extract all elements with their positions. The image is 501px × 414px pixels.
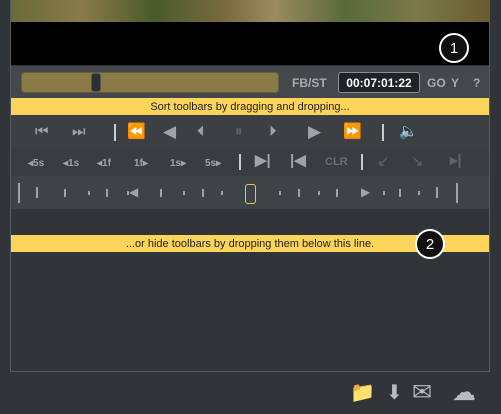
step-back-1f-button[interactable]: ◂1f (97, 158, 111, 169)
first-frame-icon[interactable]: ⏮ (35, 124, 49, 139)
video-frame-image (11, 0, 489, 22)
scrub-bar[interactable] (21, 72, 279, 93)
pause-icon[interactable]: ⏸ (235, 124, 243, 139)
download-icon[interactable]: ⬇ (386, 383, 403, 403)
toolbar-separator (239, 154, 241, 170)
video-preview: 1 (11, 0, 489, 65)
step-forward-1s-button[interactable]: 1s▸ (170, 158, 186, 169)
step-toolbar: ◂5s ◂1s ◂1f 1f▸ 1s▸ 5s▸ ▶| |◀ CLR ↙ ↘ ▸| (11, 148, 489, 176)
step-forward-5s-button[interactable]: 5s▸ (205, 158, 221, 169)
toolbar-separator (361, 154, 363, 170)
timeline-tick (336, 189, 338, 197)
next-marker-icon: ▶ (361, 185, 371, 199)
timeline-tick (18, 183, 20, 203)
cloud-upload-icon[interactable]: ☁ (452, 381, 476, 405)
timeline-dot (418, 191, 420, 195)
mail-icon[interactable]: ✉ (412, 381, 432, 405)
timeline-dot (183, 191, 185, 195)
toolbar-separator (114, 124, 116, 141)
timeline-tick (36, 187, 38, 198)
import-out-icon[interactable]: ↘ (411, 154, 424, 169)
add-folder-icon[interactable]: 📁 (350, 383, 375, 403)
timeline-tick (456, 183, 458, 203)
timeline-dot (383, 191, 385, 195)
y-button[interactable]: Y (451, 76, 459, 90)
fbst-label[interactable]: FB/ST (292, 76, 327, 90)
timeline-current-position[interactable] (245, 184, 256, 204)
bottom-action-bar: 📁 ⬇ ✉ ☁ (0, 376, 501, 414)
rewind-icon[interactable]: ⏪ (127, 124, 146, 139)
clear-button[interactable]: CLR (325, 156, 348, 168)
fast-forward-icon[interactable]: ⏩ (343, 124, 362, 139)
timeline-tick (202, 189, 204, 197)
step-forward-1f-button[interactable]: 1f▸ (134, 158, 148, 169)
scrub-toolbar: FB/ST 00:07:01:22 GO Y ? (11, 66, 489, 98)
timeline-tick (106, 189, 108, 197)
step-back-1s-button[interactable]: ◂1s (63, 158, 79, 169)
timeline-dot (318, 191, 320, 195)
step-forward-icon[interactable]: ⏵ (269, 124, 277, 139)
timecode-field[interactable]: 00:07:01:22 (338, 72, 420, 93)
timeline-toolbar[interactable]: ◀ ▶ (11, 176, 489, 209)
sort-toolbars-banner: Sort toolbars by dragging and dropping..… (11, 98, 489, 115)
transport-toolbar: ⏮ ⏭ ⏪ ◀ ⏴ ⏸ ⏵ ▶ ⏩ 🔈 (11, 115, 489, 148)
mark-out-icon[interactable]: ▶| (255, 153, 271, 168)
timeline-dot (221, 191, 223, 195)
mark-in-icon[interactable]: |◀ (290, 153, 306, 168)
toolbar-separator (382, 124, 384, 141)
timeline-tick (399, 189, 401, 197)
help-button[interactable]: ? (473, 76, 480, 90)
volume-icon[interactable]: 🔈 (399, 124, 418, 139)
play-reverse-icon[interactable]: ◀ (163, 123, 176, 140)
timeline-dot (88, 191, 90, 195)
prev-marker-icon: ◀ (129, 185, 139, 199)
annotation-badge-2: 2 (415, 229, 445, 259)
import-in-icon[interactable]: ↙ (377, 154, 390, 169)
timeline-tick (436, 187, 438, 198)
timeline-tick (64, 189, 66, 197)
step-back-icon[interactable]: ⏴ (197, 124, 205, 139)
annotation-badge-1: 1 (439, 33, 469, 63)
step-back-5s-button[interactable]: ◂5s (28, 158, 44, 169)
player-panel: 1 FB/ST 00:07:01:22 GO Y ? Sort toolbars… (10, 0, 490, 372)
timeline-tick (298, 189, 300, 197)
timeline-dot (279, 191, 281, 195)
timeline-tick (160, 189, 162, 197)
scrub-handle[interactable] (91, 73, 101, 92)
end-mark-icon[interactable]: ▸| (450, 153, 462, 168)
last-frame-icon[interactable]: ⏭ (72, 124, 86, 139)
play-icon[interactable]: ▶ (308, 123, 321, 140)
go-button[interactable]: GO (427, 76, 446, 90)
